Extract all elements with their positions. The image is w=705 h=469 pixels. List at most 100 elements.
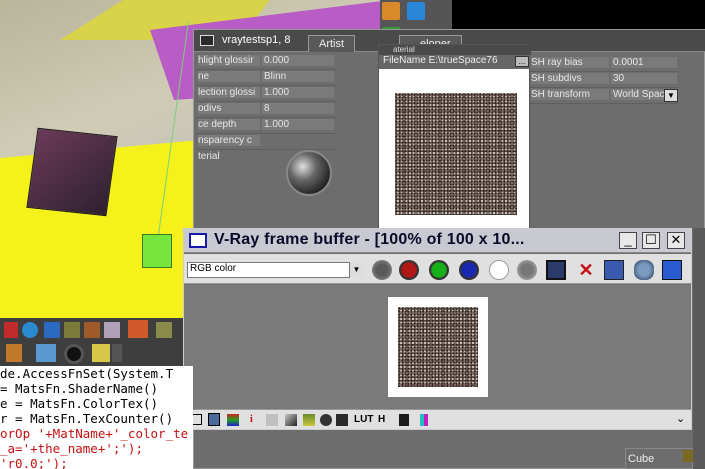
close-button[interactable]: ✕ (667, 232, 685, 249)
render-teapot-icon[interactable] (634, 260, 654, 280)
material-preview-sphere[interactable] (286, 150, 332, 196)
property-row: odivs 8 (196, 102, 336, 118)
cube-tab-button[interactable] (683, 450, 693, 462)
property-value[interactable]: 1.000 (262, 87, 334, 98)
tool-icon[interactable] (6, 344, 22, 362)
clear-icon[interactable]: ✕ (576, 260, 596, 280)
property-label: terial (198, 151, 220, 162)
code-line: = MatsFn.ShaderName() (0, 381, 159, 396)
textured-cube[interactable] (26, 127, 118, 217)
sh-label: SH ray bias (531, 57, 609, 68)
mono-channel-icon[interactable] (517, 260, 537, 280)
browse-button[interactable]: ... (515, 56, 529, 67)
histogram-icon[interactable]: H (378, 414, 385, 426)
tool-icon[interactable] (22, 322, 38, 338)
sh-value[interactable]: 30 (611, 73, 677, 84)
tool-icon[interactable] (36, 344, 56, 362)
property-row: nsparency c (196, 134, 336, 150)
property-label: nsparency c (198, 135, 260, 146)
tool-icon[interactable] (64, 322, 80, 338)
tool-palette (0, 318, 183, 366)
channel-select-value: RGB color (190, 263, 237, 274)
property-row: hlight glossir 0.000 (196, 54, 336, 70)
code-line: e = MatsFn.ColorTex() (0, 396, 159, 411)
vray-frame-buffer-window: V-Ray frame buffer - [100% of 100 x 10..… (183, 228, 692, 430)
texture-header: aterial (379, 45, 531, 55)
track-mouse-icon[interactable] (604, 260, 624, 280)
tool-icon[interactable] (92, 344, 110, 362)
property-label: ce depth (198, 119, 260, 130)
texture-panel: aterial FileName E:\trueSpace76 ... (378, 44, 531, 234)
property-label: lection glossi (198, 87, 260, 98)
expand-panel-icon[interactable] (662, 260, 682, 280)
property-row: lection glossi 1.000 (196, 86, 336, 102)
code-line: r = MatsFn.TexCounter() (0, 411, 174, 426)
code-line: 'r0.0;'); (0, 456, 68, 469)
info-icon[interactable]: i (250, 414, 253, 426)
green-cube[interactable] (142, 234, 172, 268)
history-icon[interactable] (208, 413, 220, 426)
sh-properties: SH ray bias 0.0001 SH subdivs 30 SH tran… (529, 56, 679, 104)
top-toolbar (380, 0, 452, 45)
vfb-canvas[interactable] (184, 285, 691, 409)
tool-icon[interactable] (44, 322, 60, 338)
sh-label: SH subdivs (531, 73, 609, 84)
srgb-icon[interactable] (320, 414, 332, 426)
vfb-titlebar[interactable]: V-Ray frame buffer - [100% of 100 x 10..… (184, 229, 691, 253)
alpha-channel-icon[interactable] (489, 260, 509, 280)
property-value[interactable]: 0.000 (262, 55, 334, 66)
right-scrollbar[interactable] (693, 228, 705, 469)
script-editor[interactable]: de.AccessFnSet(System.T = MatsFn.ShaderN… (0, 366, 193, 469)
vfb-toolbar: RGB color ▼ ✕ (184, 254, 691, 284)
property-label: hlight glossir (198, 55, 260, 66)
channel-select[interactable]: RGB color ▼ (187, 262, 363, 278)
chevron-down-icon[interactable]: ▼ (664, 89, 678, 102)
file-path[interactable]: E:\trueSpace76 (429, 55, 498, 66)
tool-icon[interactable] (4, 322, 18, 338)
property-row: ce depth 1.000 (196, 118, 336, 134)
window-icon (189, 233, 207, 248)
property-value[interactable]: Blinn (262, 71, 334, 82)
sh-value[interactable]: 0.0001 (611, 57, 677, 68)
code-line: _a='+the_name+';'); (0, 441, 143, 456)
render-tool-icon[interactable] (407, 2, 426, 20)
tool-icon[interactable] (84, 322, 100, 338)
blue-channel-icon[interactable] (459, 260, 479, 280)
stereo-icon[interactable] (399, 414, 409, 426)
code-line: orOp '+MatName+'_color_te (0, 426, 189, 441)
save-icon[interactable] (546, 260, 566, 280)
lut-icon[interactable]: LUT (354, 414, 373, 426)
property-value[interactable]: 1.000 (262, 119, 334, 130)
compare-icon[interactable] (420, 414, 428, 426)
maximize-button[interactable]: ☐ (642, 232, 660, 249)
exposure-icon[interactable] (303, 414, 315, 426)
material-properties: hlight glossir 0.000 ne Blinn lection gl… (196, 54, 336, 166)
render-frame (388, 297, 488, 397)
curve-icon[interactable] (285, 414, 297, 426)
levels-icon[interactable] (266, 414, 278, 426)
green-channel-icon[interactable] (429, 260, 449, 280)
vfb-bottombar: i LUT H ⌄ (184, 409, 691, 429)
sh-row: SH ray bias 0.0001 (529, 56, 679, 72)
chevron-down-icon[interactable]: ⌄ (676, 412, 685, 425)
tool-icon[interactable] (156, 322, 172, 338)
property-value[interactable]: 8 (262, 103, 334, 114)
object-tool-icon[interactable] (382, 2, 400, 20)
minimize-button[interactable]: _ (619, 232, 637, 249)
property-label: odivs (198, 103, 260, 114)
pixel-aspect-icon[interactable] (336, 414, 348, 426)
rgb-channel-icon[interactable] (372, 260, 392, 280)
render-image (398, 307, 478, 387)
tab-artist[interactable]: Artist (308, 35, 356, 52)
code-line: de.AccessFnSet(System.T (0, 366, 174, 381)
tool-icon[interactable] (128, 320, 148, 338)
tool-icon[interactable] (64, 344, 84, 364)
tool-icon[interactable] (104, 322, 120, 338)
red-channel-icon[interactable] (399, 260, 419, 280)
chevron-down-icon[interactable]: ▼ (349, 262, 363, 278)
tool-icon[interactable] (112, 344, 122, 362)
color-correction-icon[interactable] (227, 414, 239, 426)
material-title: vraytestsp1, 8 (222, 34, 291, 46)
texture-preview (395, 93, 517, 215)
sh-row: SH subdivs 30 (529, 72, 679, 88)
